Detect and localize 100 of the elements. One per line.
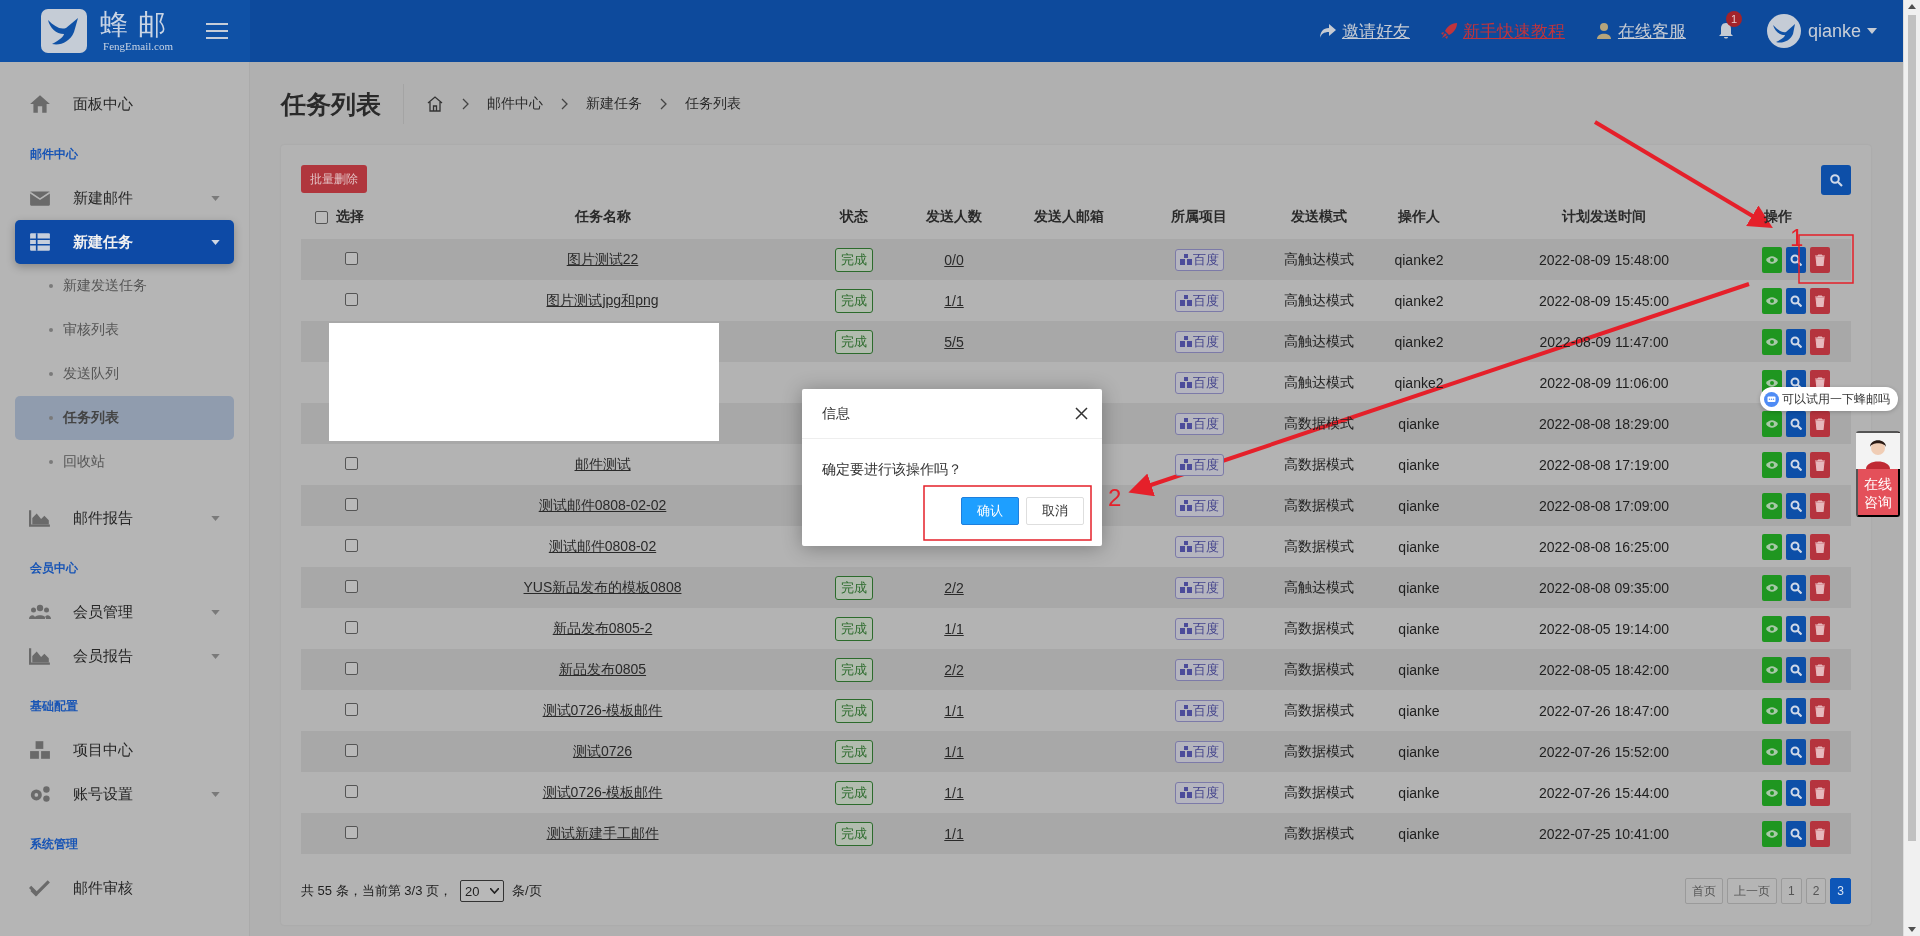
table-cell: 2022-08-08 17:09:00 (1539, 497, 1669, 514)
sidebar-heading: 系统管理 (29, 835, 79, 853)
column-header: 所属项目 (1171, 208, 1227, 226)
notification-badge: 1 (1725, 11, 1742, 27)
table-cell: 2022-08-09 15:48:00 (1539, 251, 1669, 268)
page-button[interactable]: 2 (1805, 878, 1827, 904)
task-name-link[interactable]: YUS新品发布的模板0808 (523, 578, 682, 597)
sidebar-item[interactable]: 会员报告 (15, 634, 234, 678)
project-name: 百度 (1192, 537, 1219, 556)
task-name-link[interactable]: 测试新建手工邮件 (546, 824, 659, 843)
breadcrumb-link[interactable]: 邮件中心 (487, 94, 543, 113)
task-name-link[interactable]: 邮件测试 (574, 455, 631, 474)
sidebar-heading: 会员中心 (29, 559, 79, 577)
sidebar-item[interactable]: 面板中心 (15, 82, 234, 126)
online-consult-button[interactable]: 在线咨询 (1856, 431, 1900, 517)
recipient-count-link[interactable]: 1/1 (944, 620, 964, 637)
project-name: 百度 (1192, 578, 1219, 597)
sidebar-item[interactable]: 邮件报告 (15, 496, 234, 540)
recipient-count-link[interactable]: 1/1 (944, 292, 964, 309)
annotation-number: 2 (1108, 486, 1122, 510)
sidebar-item[interactable]: 新建任务 (15, 220, 234, 264)
column-header: 发送人数 (926, 208, 982, 226)
project-name: 百度 (1192, 455, 1219, 474)
table-cell: 2022-07-26 18:47:00 (1539, 702, 1669, 719)
sidebar-subitem[interactable]: 回收站 (15, 440, 234, 484)
recipient-count-link[interactable]: 1/1 (944, 743, 964, 760)
project-name: 百度 (1192, 332, 1219, 351)
sidebar-subitem[interactable]: 任务列表 (15, 396, 234, 440)
logo-title: 蜂邮 (100, 10, 176, 40)
table-cell: 高触达模式 (1284, 250, 1354, 269)
sidebar-item[interactable]: 新建邮件 (15, 176, 234, 220)
recipient-count-link[interactable]: 5/5 (944, 333, 964, 350)
sidebar-subitem[interactable]: 发送队列 (15, 352, 234, 396)
project-name: 百度 (1192, 619, 1219, 638)
status-tag: 完成 (835, 288, 873, 313)
table-cell: qianke (1398, 825, 1440, 842)
table-cell: 高触达模式 (1284, 578, 1354, 597)
status-tag: 完成 (835, 821, 873, 846)
page-button[interactable]: 首页 (1684, 878, 1723, 904)
recipient-count-link[interactable]: 2/2 (944, 579, 964, 596)
page-button[interactable]: 1 (1780, 878, 1802, 904)
dialog-title: 信息 (822, 404, 850, 423)
table-cell: qianke (1398, 702, 1440, 719)
table-cell: qianke (1398, 415, 1440, 432)
table-cell: qianke (1398, 538, 1440, 555)
column-header: 状态 (840, 208, 868, 226)
recipient-count-link[interactable]: 1/1 (944, 702, 964, 719)
table-cell: qianke (1398, 579, 1440, 596)
column-header: 计划发送时间 (1562, 208, 1646, 226)
page-size-select[interactable]: 20 (460, 880, 504, 902)
sidebar-item[interactable]: 会员管理 (15, 590, 234, 634)
task-name-link[interactable]: 测试邮件0808-02 (548, 537, 657, 556)
table-cell: 高数据模式 (1284, 701, 1354, 720)
project-name: 百度 (1192, 742, 1219, 761)
table-cell: 高数据模式 (1284, 824, 1354, 843)
recipient-count-link[interactable]: 1/1 (944, 825, 964, 842)
bulk-delete-button[interactable]: 批量删除 (301, 165, 367, 193)
task-name-link[interactable]: 测试邮件0808-02-02 (538, 496, 667, 515)
project-name: 百度 (1192, 660, 1219, 679)
task-name-link[interactable]: 图片测试22 (566, 250, 639, 269)
breadcrumb-link[interactable]: 新建任务 (586, 94, 642, 113)
sidebar-item[interactable]: 邮件审核 (15, 866, 234, 910)
page-title: 任务列表 (281, 83, 404, 124)
status-tag: 完成 (835, 657, 873, 682)
sidebar-item[interactable]: 项目中心 (15, 728, 234, 772)
task-name-link[interactable]: 新品发布0805 (558, 660, 647, 679)
chat-tooltip[interactable]: 可以试用一下蜂邮吗 (1760, 387, 1898, 411)
task-name-link[interactable]: 图片测试jpg和png (546, 291, 659, 310)
task-name-link[interactable]: 测试0726 (572, 742, 633, 761)
sidebar-subitem[interactable]: 新建发送任务 (15, 264, 234, 308)
task-name-link[interactable]: 测试0726-模板邮件 (542, 783, 663, 802)
recipient-count-link[interactable]: 1/1 (944, 784, 964, 801)
table-cell: 2022-08-08 17:19:00 (1539, 456, 1669, 473)
table-cell: 高数据模式 (1284, 537, 1354, 556)
pagination-summary: 共 55 条，当前第 3/3 页， (301, 882, 452, 900)
header-link[interactable]: 邀请好友 (1318, 19, 1410, 43)
table-cell: 高数据模式 (1284, 455, 1354, 474)
page-button[interactable]: 上一页 (1726, 878, 1777, 904)
project-name: 百度 (1192, 291, 1219, 310)
table-cell: 2022-07-26 15:52:00 (1539, 743, 1669, 760)
status-tag: 完成 (835, 329, 873, 354)
table-cell: qianke2 (1394, 292, 1444, 309)
breadcrumb-link[interactable]: 任务列表 (685, 94, 741, 113)
page-button[interactable]: 3 (1830, 878, 1851, 904)
dialog-message: 确定要进行该操作吗？ (821, 460, 963, 479)
user-name[interactable]: qianke (1807, 20, 1861, 42)
column-header: 发送人邮箱 (1034, 208, 1104, 226)
table-cell: 高数据模式 (1284, 783, 1354, 802)
task-name-link[interactable]: 测试0726-模板邮件 (542, 701, 663, 720)
sidebar-item[interactable]: 账号设置 (15, 772, 234, 816)
table-cell: 2022-08-09 15:45:00 (1539, 292, 1669, 309)
header-link[interactable]: 在线客服 (1594, 19, 1686, 43)
task-name-link[interactable]: 新品发布0805-2 (552, 619, 653, 638)
table-cell: 高数据模式 (1284, 496, 1354, 515)
table-cell: 2022-08-05 18:42:00 (1539, 661, 1669, 678)
sidebar-subitem[interactable]: 审核列表 (15, 308, 234, 352)
recipient-count-link[interactable]: 2/2 (944, 661, 964, 678)
column-header: 操作 (1764, 208, 1792, 226)
cancel-button[interactable]: 取消 (1026, 497, 1084, 525)
recipient-count-link[interactable]: 0/0 (944, 251, 964, 268)
